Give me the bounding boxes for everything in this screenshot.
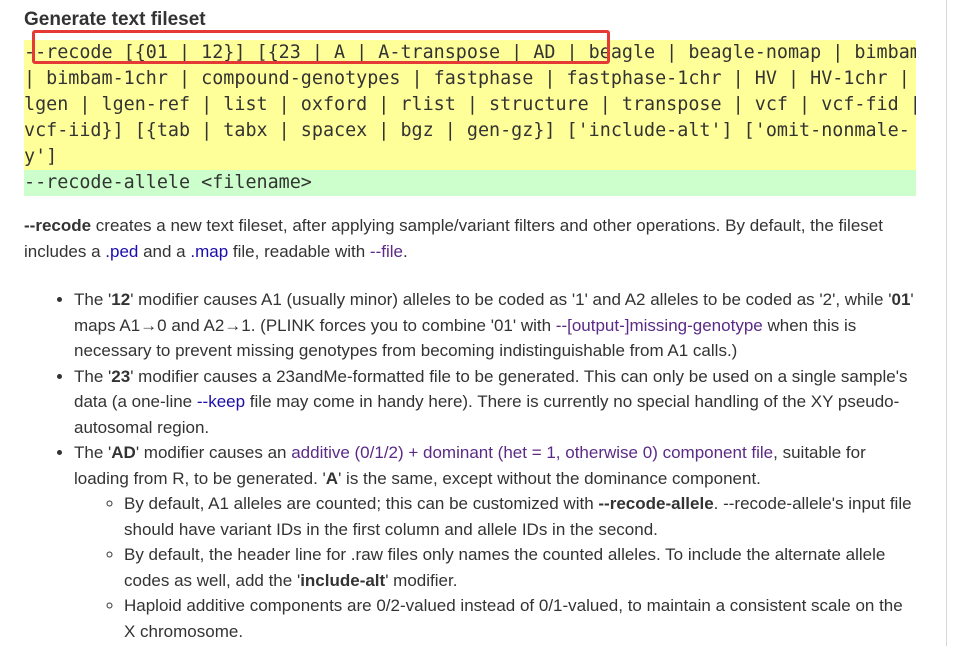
modifier-list: The '12' modifier causes A1 (usually min… [24, 287, 916, 644]
sub-list: By default, A1 alleles are counted; this… [74, 491, 916, 644]
keep-link[interactable]: --keep [197, 392, 245, 411]
file-link[interactable]: --file [370, 242, 403, 261]
list-item: The '12' modifier causes A1 (usually min… [74, 287, 916, 364]
syntax-line: y'] [24, 146, 58, 167]
list-item: Haploid additive components are 0/2-valu… [124, 593, 916, 644]
recode-flag: --recode [24, 216, 92, 235]
list-item: The '23' modifier causes a 23andMe-forma… [74, 364, 916, 441]
syntax-line: | bimbam-1chr | compound-genotypes | fas… [24, 68, 910, 89]
scrollbar[interactable] [946, 0, 961, 646]
description-paragraph: --recode creates a new text fileset, aft… [24, 216, 883, 261]
list-item: The 'AD' modifier causes an additive (0/… [74, 440, 916, 644]
list-item: By default, A1 alleles are counted; this… [124, 491, 916, 542]
missing-genotype-link[interactable]: --[output-]missing-genotype [556, 316, 763, 335]
recode-allele-syntax: --recode-allele <filename> [24, 170, 916, 196]
additive-dominant-link[interactable]: additive (0/1/2) + dominant (het = 1, ot… [291, 443, 773, 462]
map-link[interactable]: .map [190, 242, 228, 261]
page-title: Generate text fileset [24, 9, 206, 30]
syntax-line: vcf-iid}] [{tab | tabx | spacex | bgz | … [24, 120, 910, 141]
ped-link[interactable]: .ped [105, 242, 138, 261]
highlight-annotation [32, 30, 610, 64]
syntax-line: lgen | lgen-ref | list | oxford | rlist … [24, 94, 916, 115]
list-item: By default, the header line for .raw fil… [124, 542, 916, 593]
